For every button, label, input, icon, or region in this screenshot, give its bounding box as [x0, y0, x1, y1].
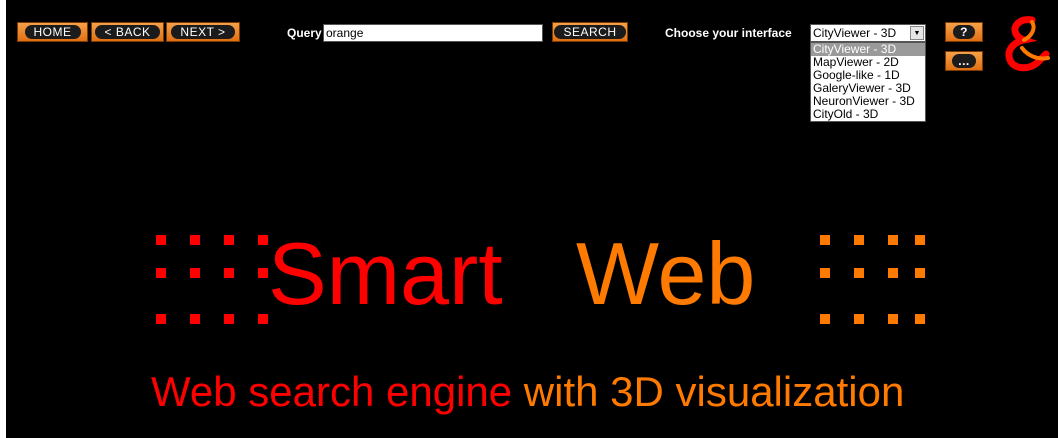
- brand-logo: Smart Web: [6, 210, 1058, 340]
- search-input[interactable]: orange: [323, 24, 543, 42]
- brand-smart: Smart: [268, 224, 503, 323]
- dot-shape: [820, 268, 830, 278]
- help-button[interactable]: ?: [945, 22, 983, 42]
- home-button[interactable]: HOME: [17, 22, 88, 42]
- dot-shape: [854, 314, 864, 324]
- query-label: Query: [287, 26, 322, 40]
- tagline: Web search engine with 3D visualization: [151, 371, 904, 413]
- back-button-label: < BACK: [95, 25, 160, 39]
- back-button[interactable]: < BACK: [91, 22, 164, 42]
- chevron-down-icon[interactable]: ▼: [910, 26, 924, 40]
- tagline-part-1: Web search engine: [151, 368, 524, 415]
- interface-dropdown: CityViewer - 3D MapViewer - 2D Google-li…: [810, 42, 926, 122]
- help-button-label: ?: [953, 25, 975, 39]
- dot-shape: [224, 268, 234, 278]
- dot-shape: [888, 235, 898, 245]
- dot-shape: [854, 268, 864, 278]
- dot-shape: [190, 314, 200, 324]
- interface-select[interactable]: CityViewer - 3D ▼: [810, 24, 926, 42]
- dot-shape: [915, 235, 925, 245]
- dot-shape: [915, 268, 925, 278]
- search-button[interactable]: SEARCH: [552, 22, 628, 42]
- main-canvas: HOME < BACK NEXT > Query orange SEARCH C…: [0, 0, 1058, 438]
- dot-shape: [224, 314, 234, 324]
- more-button[interactable]: ...: [945, 51, 983, 71]
- dot-shape: [190, 235, 200, 245]
- dot-shape: [915, 314, 925, 324]
- next-button-label: NEXT >: [171, 25, 235, 39]
- interface-label: Choose your interface: [665, 26, 792, 40]
- dot-shape: [258, 314, 268, 324]
- dot-shape: [258, 235, 268, 245]
- ampersand-logo-icon: [1002, 14, 1052, 74]
- dot-shape: [888, 268, 898, 278]
- dot-shape: [224, 235, 234, 245]
- brand-web: Web: [576, 224, 756, 323]
- dot-shape: [888, 314, 898, 324]
- dot-shape: [820, 314, 830, 324]
- more-button-label: ...: [952, 54, 976, 68]
- interface-option[interactable]: CityOld - 3D: [811, 108, 925, 121]
- search-button-label: SEARCH: [554, 25, 626, 39]
- dot-shape: [156, 235, 166, 245]
- dot-shape: [258, 268, 268, 278]
- interface-select-value: CityViewer - 3D: [813, 26, 897, 40]
- dot-shape: [820, 235, 830, 245]
- next-button[interactable]: NEXT >: [166, 22, 240, 42]
- dot-shape: [190, 268, 200, 278]
- dot-shape: [854, 235, 864, 245]
- dot-shape: [156, 314, 166, 324]
- dot-shape: [156, 268, 166, 278]
- tagline-part-2: with 3D visualization: [523, 368, 905, 415]
- home-button-label: HOME: [24, 25, 81, 39]
